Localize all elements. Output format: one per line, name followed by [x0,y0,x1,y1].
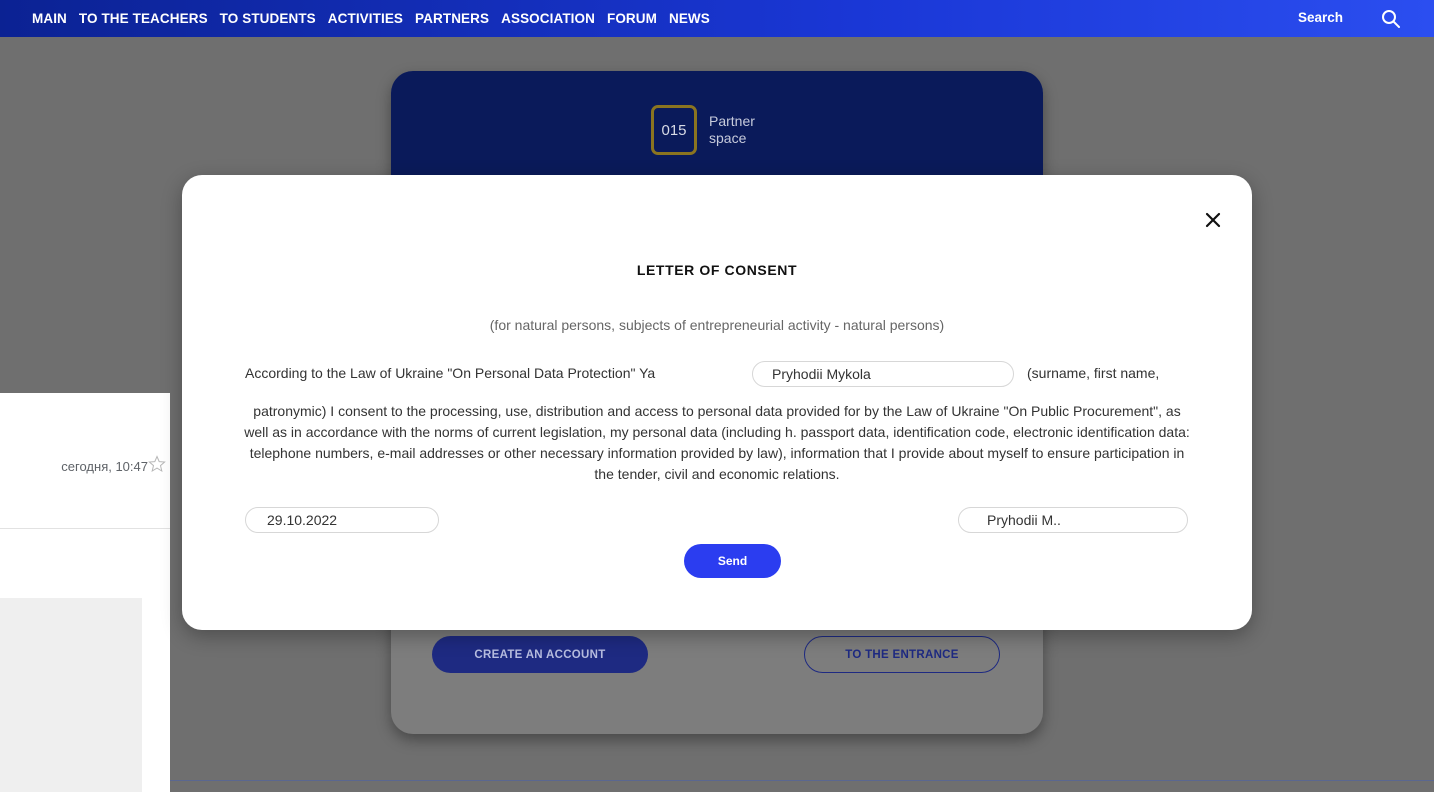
logo-text: Partner space [709,113,755,147]
search-icon[interactable] [1380,8,1402,30]
logo-number: 015 [661,121,687,139]
full-name-field[interactable] [752,361,1014,387]
nav-item-association[interactable]: ASSOCIATION [501,11,595,26]
signature-field[interactable] [958,507,1188,533]
consent-intro-suffix: (surname, first name, [1027,365,1160,381]
close-icon[interactable] [1202,209,1224,231]
card-header: 015 Partner space [391,71,1043,191]
date-field[interactable] [245,507,439,533]
nav-menu: MAIN TO THE TEACHERS TO STUDENTS ACTIVIT… [32,11,722,26]
star-outline-icon[interactable] [148,455,166,473]
logo-line2: space [709,130,747,146]
logo-line1: Partner [709,113,755,129]
consent-intro-text: According to the Law of Ukraine "On Pers… [245,365,656,381]
nav-item-partners[interactable]: PARTNERS [415,11,489,26]
nav-item-news[interactable]: NEWS [669,11,710,26]
consent-modal: LETTER OF CONSENT (for natural persons, … [182,175,1252,630]
send-button[interactable]: Send [684,544,781,578]
create-account-button[interactable]: CREATE AN ACCOUNT [432,636,648,673]
to-entrance-button[interactable]: TO THE ENTRANCE [804,636,1000,673]
email-content-box [0,598,142,792]
nav-item-teachers[interactable]: TO THE TEACHERS [79,11,208,26]
consent-body-text: patronymic) I consent to the processing,… [244,403,1190,482]
modal-subtitle: (for natural persons, subjects of entrep… [489,317,945,333]
footer-divider [170,780,1434,781]
search-label[interactable]: Search [1298,10,1343,25]
nav-item-activities[interactable]: ACTIVITIES [328,11,403,26]
modal-title: LETTER OF CONSENT [636,262,798,278]
nav-item-students[interactable]: TO STUDENTS [220,11,316,26]
nav-item-forum[interactable]: FORUM [607,11,657,26]
top-navigation: MAIN TO THE TEACHERS TO STUDENTS ACTIVIT… [0,0,1434,37]
partner-logo: 015 [651,105,697,155]
email-divider [0,528,170,529]
nav-item-main[interactable]: MAIN [32,11,67,26]
email-panel: сегодня, 10:47 [0,393,170,792]
email-date: сегодня, 10:47 [61,459,148,474]
